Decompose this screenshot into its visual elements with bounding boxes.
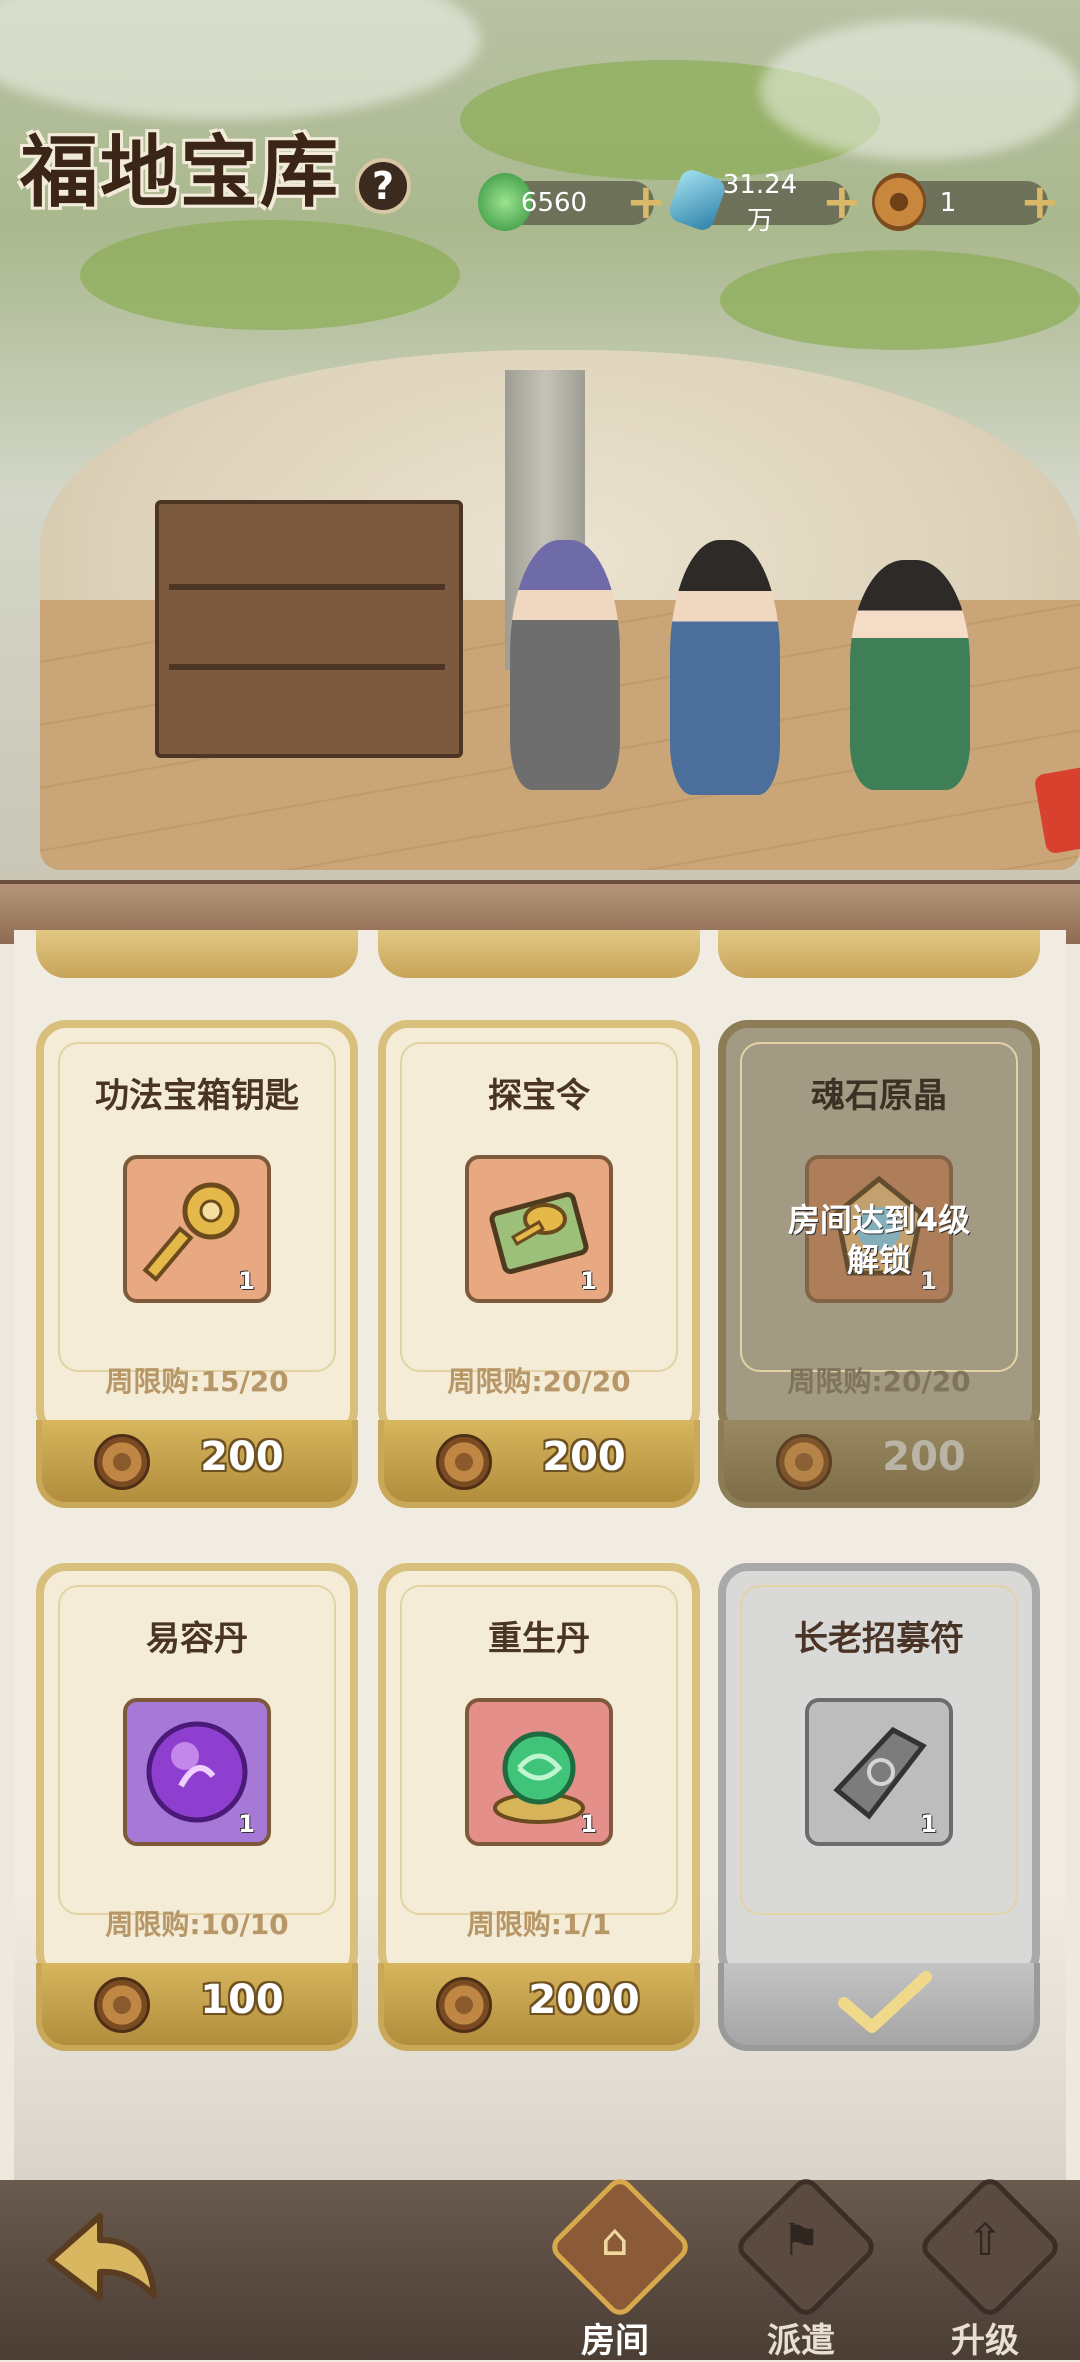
- shop-card[interactable]: 重生丹 1 周限购:1/1 2000: [378, 1563, 700, 2063]
- golden-key-icon: [142, 1182, 240, 1283]
- price-value: 100: [200, 1977, 284, 2023]
- partial-card[interactable]: [378, 930, 700, 978]
- mist: [0, 0, 480, 120]
- item-quantity: 1: [580, 1267, 597, 1295]
- shop-card[interactable]: 功法宝箱钥匙 1 周限购:15/20 200: [36, 1020, 358, 1520]
- partial-card[interactable]: [718, 930, 1040, 978]
- buy-button[interactable]: 2000: [378, 1963, 700, 2051]
- purchase-limit: 周限购:20/20: [447, 1365, 631, 1398]
- dispatch-flag-icon: ⚑: [781, 2215, 821, 2266]
- treasure-token-icon: [489, 1192, 589, 1274]
- resource-jade: 6560 +: [478, 173, 666, 231]
- character-fox-girl[interactable]: [850, 560, 970, 790]
- recruit-talisman-icon: [833, 1726, 927, 1820]
- treasure-cabinet: [155, 500, 463, 758]
- add-icon[interactable]: +: [1020, 177, 1060, 227]
- character-swordsman[interactable]: [670, 540, 780, 795]
- add-icon[interactable]: +: [822, 177, 862, 227]
- item-tile[interactable]: 1: [805, 1698, 953, 1846]
- partial-card[interactable]: [36, 930, 358, 978]
- price-value: 200: [542, 1434, 626, 1480]
- resource-value: 6560: [520, 188, 588, 218]
- nav-label: 房间: [581, 2321, 649, 2361]
- price-value: 200: [200, 1434, 284, 1480]
- upgrade-arrow-icon: ⇧: [966, 2215, 1004, 2266]
- nav-label: 升级: [951, 2321, 1019, 2361]
- unlock-requirement: 房间达到4级 解锁: [718, 1200, 1040, 1280]
- unlock-requirement-line: 房间达到4级: [787, 1201, 971, 1239]
- back-arrow-icon: [47, 2213, 157, 2301]
- shop-card-purchased[interactable]: 长老招募符 1: [718, 1563, 1040, 2063]
- item-name: 探宝令: [488, 1076, 590, 1116]
- item-quantity: 1: [920, 1810, 937, 1838]
- nav-label: 派遣: [767, 2321, 835, 2361]
- item-name: 长老招募符: [794, 1619, 964, 1659]
- item-name: 重生丹: [488, 1619, 590, 1659]
- shop-card[interactable]: 易容丹 1 周限购:10/10 100: [36, 1563, 358, 2063]
- resource-spirit-stone: 31.24万 +: [666, 166, 862, 236]
- purchased-indicator: [718, 1963, 1040, 2051]
- buy-button[interactable]: 100: [36, 1963, 358, 2051]
- purple-pill-icon: [146, 1721, 248, 1823]
- nav-room[interactable]: ⌂ 房间: [540, 2173, 694, 2361]
- item-name: 功法宝箱钥匙: [95, 1076, 299, 1116]
- unlock-requirement-line: 解锁: [846, 1241, 911, 1279]
- item-tile[interactable]: 1: [465, 1155, 613, 1303]
- hill-grass: [720, 250, 1080, 350]
- mist: [760, 20, 1080, 160]
- buy-button[interactable]: 200: [36, 1420, 358, 1508]
- shop-card-locked[interactable]: 魂石原晶 1 房间达到4级 解锁 周限购:20/20 200: [718, 1020, 1040, 1520]
- purchase-limit: 周限购:10/10: [105, 1908, 289, 1941]
- resource-value: 31.24万: [722, 169, 798, 236]
- item-quantity: 1: [238, 1267, 255, 1295]
- item-tile[interactable]: 1: [123, 1698, 271, 1846]
- checkmark-icon: [838, 1971, 932, 2033]
- item-name: 魂石原晶: [811, 1076, 947, 1116]
- back-button[interactable]: [30, 2200, 170, 2320]
- buy-button[interactable]: 200: [378, 1420, 700, 1508]
- page-title: 福地宝库: [20, 127, 341, 218]
- add-icon[interactable]: +: [626, 177, 666, 227]
- item-name: 易容丹: [146, 1619, 248, 1659]
- character-daoist[interactable]: [510, 540, 620, 790]
- rebirth-pill-icon: [493, 1731, 585, 1824]
- resource-coin: 1 +: [872, 173, 1060, 231]
- buy-button: 200: [718, 1420, 1040, 1508]
- room-icon: ⌂: [601, 2215, 629, 2266]
- resource-value: 1: [939, 188, 957, 218]
- purchase-limit: 周限购:15/20: [105, 1365, 289, 1398]
- price-value: 200: [882, 1434, 966, 1480]
- item-quantity: 1: [238, 1810, 255, 1838]
- price-value: 2000: [528, 1977, 640, 2023]
- hill-grass: [80, 220, 460, 330]
- purchase-limit: 周限购:20/20: [787, 1365, 971, 1398]
- nav-dispatch[interactable]: ⚑ 派遣: [726, 2173, 880, 2361]
- shop-card[interactable]: 探宝令 1 周限购:20/20 200: [378, 1020, 700, 1520]
- question-icon[interactable]: ?: [355, 158, 411, 214]
- item-quantity: 1: [580, 1810, 597, 1838]
- item-tile[interactable]: 1: [123, 1155, 271, 1303]
- nav-upgrade[interactable]: ⇧ 升级: [910, 2173, 1064, 2361]
- item-tile[interactable]: 1: [465, 1698, 613, 1846]
- purchase-limit: 周限购:1/1: [466, 1908, 612, 1941]
